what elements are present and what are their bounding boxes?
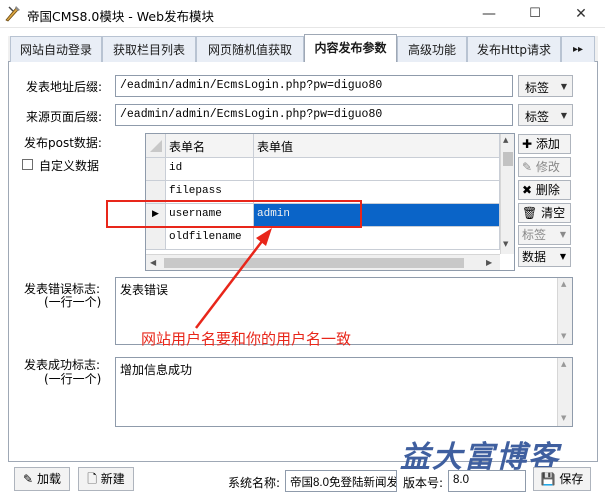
tab-http-request[interactable]: 发布Http请求 [467, 36, 561, 62]
grid-vertical-scrollbar[interactable]: ▲ ▼ [500, 134, 514, 254]
error-flag-text: 发表错误 [120, 283, 169, 297]
corner-triangle-icon [150, 140, 162, 152]
referer-url-input[interactable]: /eadmin/admin/EcmsLogin.php?pw=diguo80 [115, 104, 513, 126]
tab-scroll-button[interactable]: ▸▸ [561, 36, 595, 62]
tab-random-value[interactable]: 网页随机值获取 [196, 36, 304, 62]
delete-button[interactable]: ✖ 删除 [518, 180, 571, 200]
referer-url-label: 来源页面后缀: [26, 110, 103, 124]
success-flag-text: 增加信息成功 [120, 363, 193, 377]
scroll-right-icon[interactable]: ▶ [486, 258, 492, 267]
version-label: 版本号: [403, 476, 444, 490]
table-cell-name[interactable]: id [166, 158, 254, 181]
scroll-up-icon[interactable]: ▲ [561, 280, 566, 288]
add-button-label: 添加 [535, 137, 560, 151]
new-doc-icon: 🗋 [87, 472, 97, 486]
edit-icon: ✎ [23, 472, 34, 486]
annotation-text: 网站用户名要和你的用户名一致 [141, 330, 352, 348]
load-button[interactable]: ✎ 加载 [14, 467, 70, 491]
scroll-left-icon[interactable]: ◀ [150, 258, 156, 267]
save-icon: 💾 [540, 472, 556, 486]
chevron-down-icon: ▼ [559, 252, 566, 261]
maximize-button[interactable]: ☐ [512, 0, 558, 28]
scroll-down-icon[interactable]: ▼ [503, 240, 508, 248]
tag-dropdown-button[interactable]: 标签 ▼ [518, 225, 571, 245]
clear-button-label: 清空 [541, 206, 566, 220]
tag-button-label: 标签 [522, 228, 547, 242]
version-input[interactable]: 8.0 [448, 470, 526, 492]
save-button[interactable]: 💾 保存 [533, 467, 591, 491]
row-selector[interactable] [146, 227, 166, 250]
publish-url-tag-dropdown[interactable]: 标签 ▼ [518, 75, 573, 97]
chevron-down-icon: ▼ [560, 111, 567, 120]
column-header-name[interactable]: 表单名 [166, 134, 254, 158]
column-header-value[interactable]: 表单值 [254, 134, 500, 158]
new-button[interactable]: 🗋 新建 [78, 467, 134, 491]
tab-publish-params[interactable]: 内容发布参数 [304, 34, 397, 63]
scroll-down-icon[interactable]: ▼ [561, 332, 566, 340]
tab-auto-login[interactable]: 网站自动登录 [10, 36, 102, 62]
system-name-input[interactable]: 帝国8.0免登陆新闻发 [285, 470, 397, 492]
publish-url-label: 发表地址后缀: [26, 80, 103, 94]
delete-button-label: 删除 [535, 183, 560, 197]
new-button-label: 新建 [100, 472, 125, 486]
chevron-down-icon: ▼ [559, 230, 566, 239]
custom-data-checkbox[interactable] [22, 159, 33, 170]
textarea-scrollbar[interactable]: ▲ ▼ [557, 358, 572, 426]
scroll-thumb[interactable] [503, 152, 513, 166]
pencil-icon: ✎ [522, 160, 533, 174]
custom-data-label: 自定义数据 [39, 159, 100, 173]
dropdown-label: 标签 [525, 110, 550, 124]
tab-column-list[interactable]: 获取栏目列表 [102, 36, 196, 62]
clear-button[interactable]: 🗑 清空 [518, 203, 571, 223]
table-cell-value[interactable] [254, 158, 500, 181]
post-data-label: 发布post数据: [24, 136, 102, 150]
close-button[interactable]: ✕ [558, 0, 604, 28]
app-icon [5, 6, 20, 22]
edit-button[interactable]: ✎ 修改 [518, 157, 571, 177]
table-cell-value[interactable] [254, 227, 500, 250]
tab-advanced[interactable]: 高级功能 [397, 36, 467, 62]
save-button-label: 保存 [559, 472, 584, 486]
annotation-arrow-icon [195, 228, 272, 329]
x-icon: ✖ [522, 183, 533, 197]
chevron-down-icon: ▼ [560, 82, 567, 91]
minimize-button[interactable]: — [466, 0, 512, 28]
data-dropdown-button[interactable]: 数据 ▼ [518, 247, 571, 267]
success-flag-textarea[interactable]: 增加信息成功 ▲ ▼ [115, 357, 573, 427]
trash-icon: 🗑 [522, 206, 538, 220]
row-selector[interactable] [146, 158, 166, 181]
data-button-label: 数据 [522, 250, 547, 264]
scroll-down-icon[interactable]: ▼ [561, 414, 566, 422]
publish-url-input[interactable]: /eadmin/admin/EcmsLogin.php?pw=diguo80 [115, 75, 513, 97]
dropdown-label: 标签 [525, 81, 550, 95]
scroll-up-icon[interactable]: ▲ [503, 136, 508, 144]
load-button-label: 加载 [36, 472, 61, 486]
system-name-label: 系统名称: [228, 476, 281, 490]
success-flag-hint: (一行一个) [44, 372, 102, 386]
add-button[interactable]: ✚ 添加 [518, 134, 571, 154]
edit-button-label: 修改 [535, 160, 560, 174]
grid-corner [146, 134, 166, 158]
scroll-up-icon[interactable]: ▲ [561, 360, 566, 368]
window-title: 帝国CMS8.0模块 - Web发布模块 [27, 9, 215, 24]
referer-url-tag-dropdown[interactable]: 标签 ▼ [518, 104, 573, 126]
plus-icon: ✚ [522, 137, 533, 151]
error-flag-hint: (一行一个) [44, 295, 102, 309]
textarea-scrollbar[interactable]: ▲ ▼ [557, 278, 572, 344]
